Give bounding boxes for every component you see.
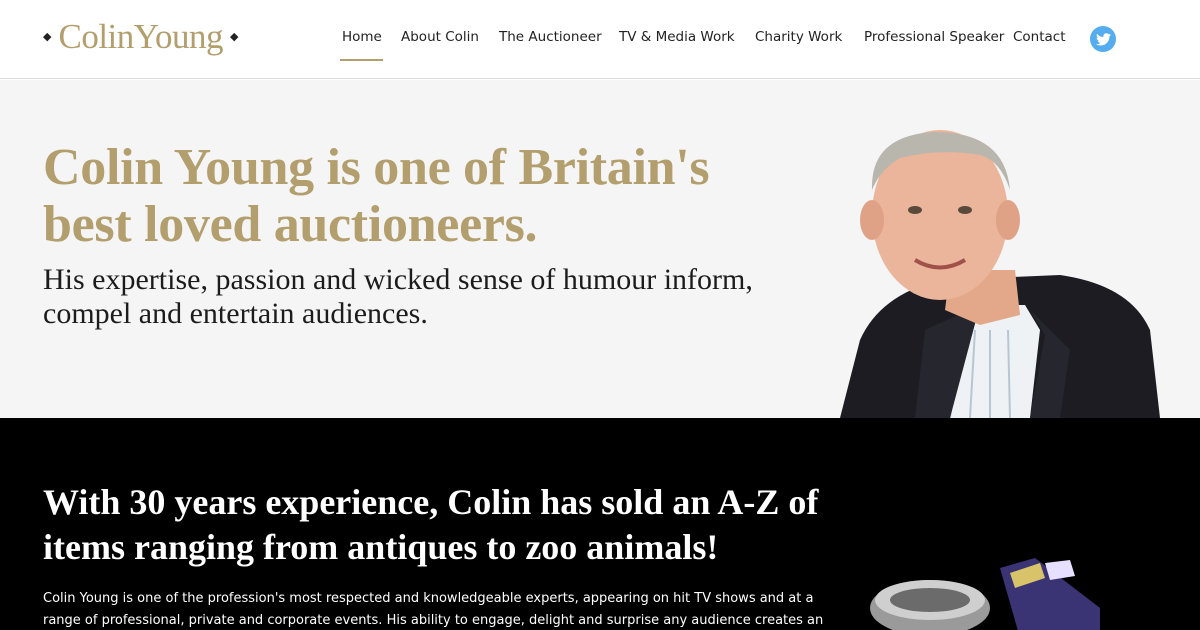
colin-young-portrait	[840, 130, 1160, 418]
site-header: ◆ ColinYoung ◆ Home About Colin The Auct…	[0, 0, 1200, 79]
logo-dot-right: ◆	[230, 30, 239, 43]
nav-item-contact[interactable]: Contact	[1013, 27, 1066, 47]
nav-item-the-auctioneer[interactable]: The Auctioneer	[499, 27, 602, 47]
site-logo[interactable]: ◆ ColinYoung ◆	[43, 15, 239, 59]
nav-item-about-colin[interactable]: About Colin	[401, 27, 479, 47]
hero-section: Colin Young is one of Britain's best lov…	[0, 80, 1200, 418]
logo-dot-left: ◆	[43, 30, 52, 43]
nav-item-professional-speaker[interactable]: Professional Speaker	[864, 27, 1004, 47]
nav-item-charity-work[interactable]: Charity Work	[755, 27, 842, 47]
intro-title: With 30 years experience, Colin has sold…	[43, 482, 819, 567]
intro-body: Colin Young is one of the profession's m…	[43, 591, 824, 628]
nav-item-home[interactable]: Home	[342, 27, 382, 47]
hero-title: Colin Young is one of Britain's best lov…	[43, 139, 710, 253]
intro-section: With 30 years experience, Colin has sold…	[0, 418, 1200, 630]
twitter-bird-icon	[1095, 32, 1111, 45]
nav-item-tv-media-work[interactable]: TV & Media Work	[619, 27, 735, 47]
active-nav-indicator	[340, 59, 383, 61]
jewellery-image	[870, 558, 1100, 630]
logo-text: ColinYoung	[58, 17, 224, 56]
twitter-icon[interactable]	[1090, 26, 1116, 52]
hero-subtitle: His expertise, passion and wicked sense …	[43, 263, 753, 330]
